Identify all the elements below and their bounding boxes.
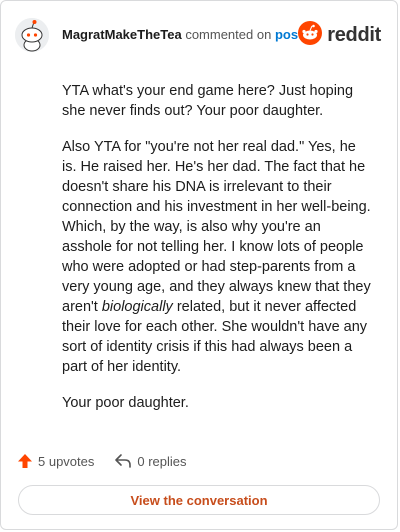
comment-card: MagratMakeTheTea commented on post reddi… bbox=[0, 0, 398, 530]
comment-text: Also YTA for "you're not her real dad." … bbox=[62, 139, 371, 315]
upvote-arrow-icon bbox=[17, 453, 33, 469]
comment-paragraph: Also YTA for "you're not her real dad." … bbox=[62, 137, 373, 377]
reddit-logo-icon bbox=[298, 21, 323, 50]
byline-action: commented on bbox=[185, 26, 272, 42]
reply-count: 0 replies bbox=[137, 453, 187, 469]
upvote-count: 5 upvotes bbox=[38, 453, 95, 469]
reply-arrow-icon bbox=[114, 453, 132, 469]
comment-footer: 5 upvotes 0 replies bbox=[17, 449, 187, 473]
upvote-control[interactable]: 5 upvotes bbox=[17, 453, 94, 469]
emphasized-text: biologically bbox=[101, 299, 173, 315]
reddit-wordmark: reddit bbox=[327, 24, 381, 46]
snoo-avatar-icon[interactable] bbox=[15, 18, 49, 52]
comment-paragraph: YTA what's your end game here? Just hopi… bbox=[62, 83, 354, 119]
comment-byline: MagratMakeTheTea commented on post bbox=[62, 27, 302, 42]
comment-paragraph: Your poor daughter. bbox=[62, 395, 189, 411]
view-conversation-button[interactable]: View the conversation bbox=[18, 485, 380, 515]
username-link[interactable]: MagratMakeTheTea bbox=[62, 27, 182, 42]
reply-control[interactable]: 0 replies bbox=[114, 453, 187, 469]
comment-body: YTA what's your end game here? Just hopi… bbox=[62, 81, 373, 429]
comment-header: MagratMakeTheTea commented on post reddi… bbox=[15, 15, 383, 55]
reddit-brand[interactable]: reddit bbox=[298, 21, 381, 50]
